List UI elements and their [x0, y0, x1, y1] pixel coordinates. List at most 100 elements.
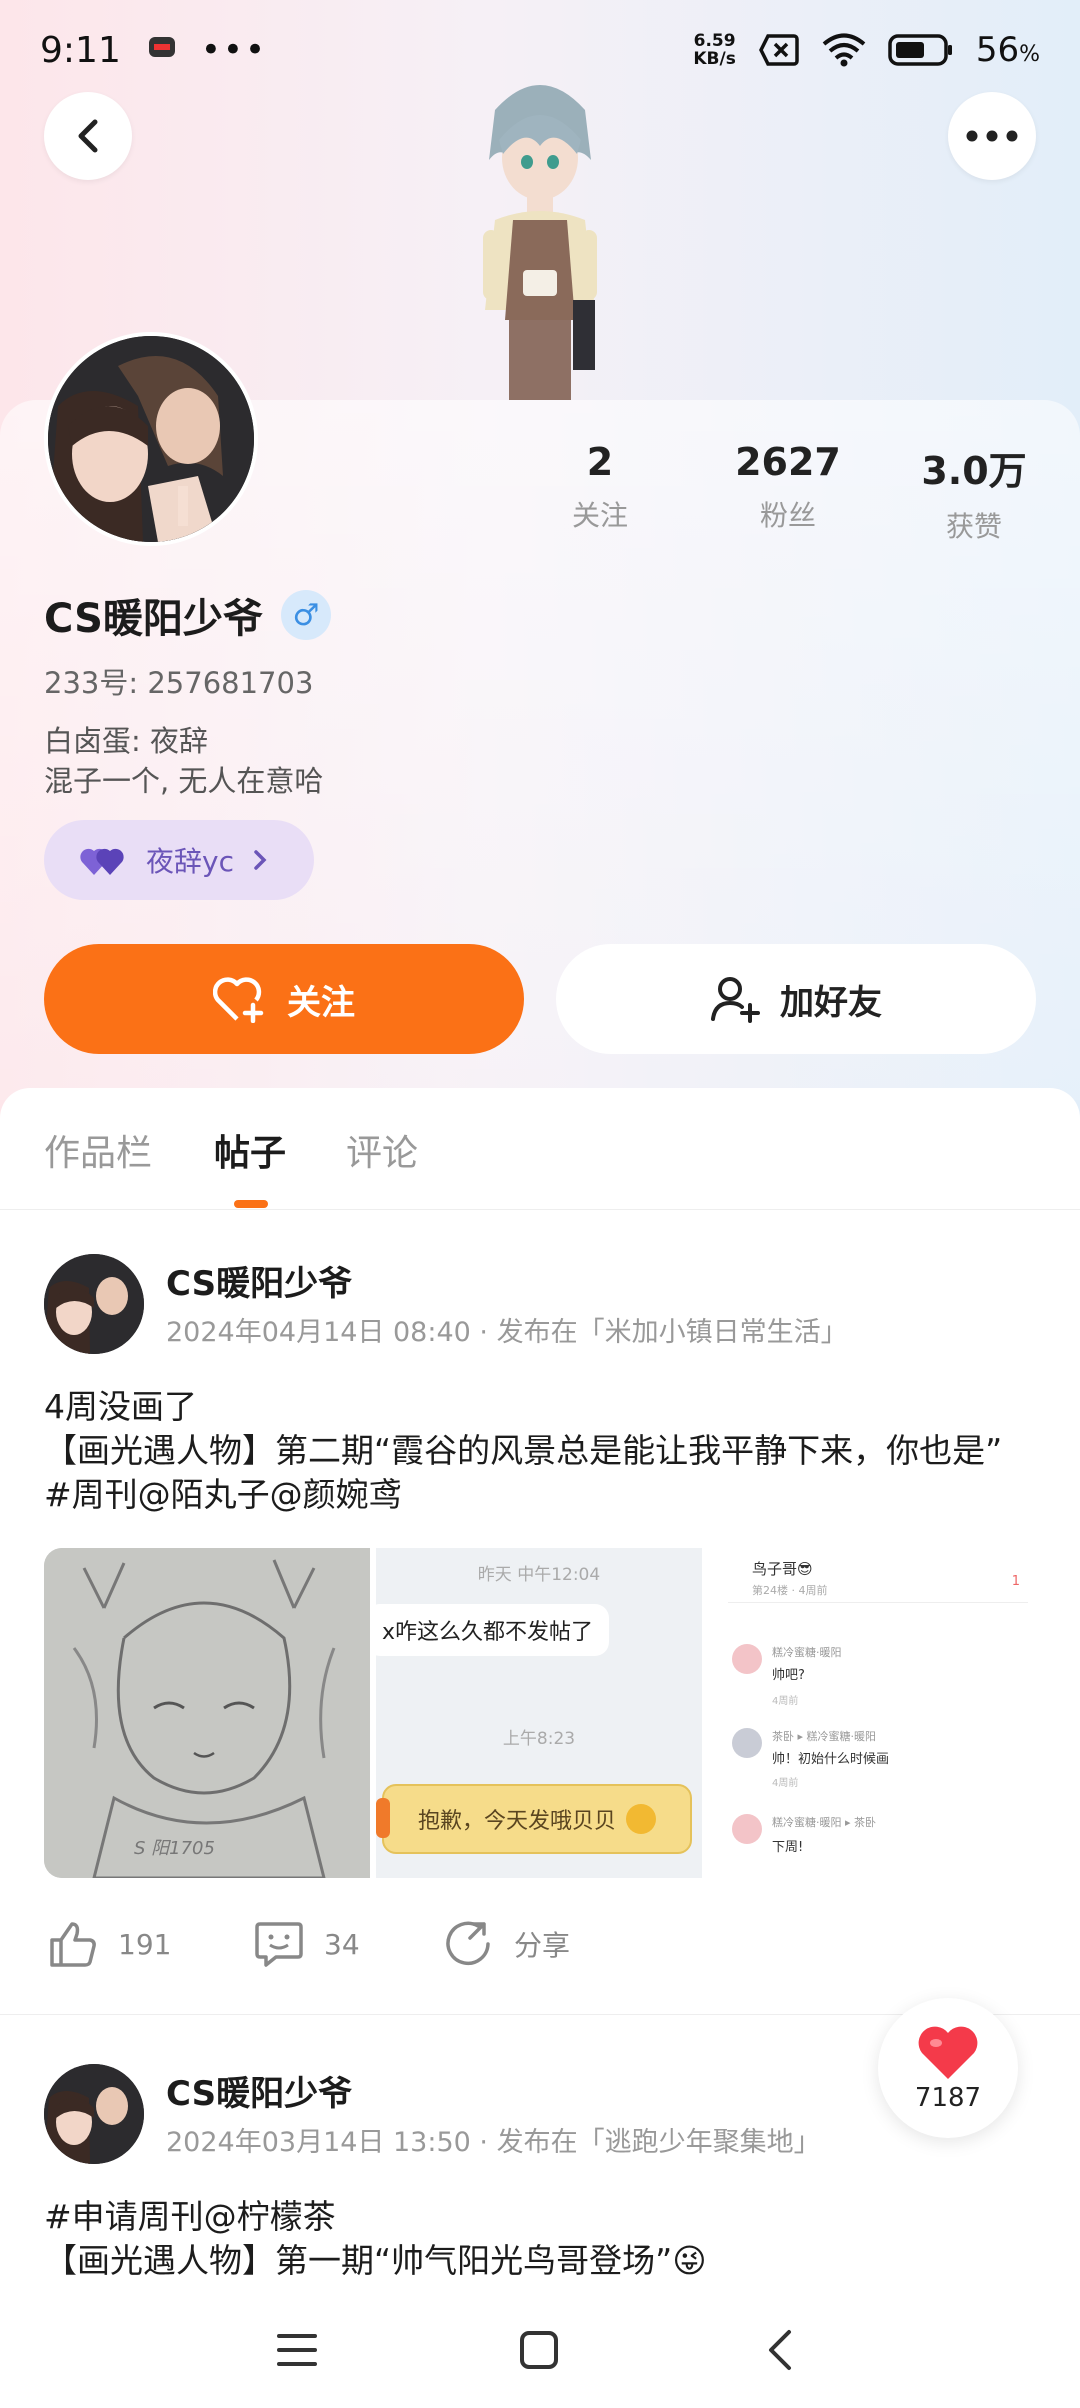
tab-active-indicator	[234, 1200, 268, 1208]
stat-likes-value: 3.0万	[921, 449, 1027, 493]
comment-text: 帅吧?	[772, 1668, 805, 1683]
stat-following[interactable]: 2 关注	[520, 440, 680, 534]
post-image-sketch[interactable]: S 阳1705	[44, 1548, 370, 1878]
commenter-avatar	[732, 1814, 762, 1844]
chat-time-2: 上午8:23	[502, 1729, 576, 1749]
comment-shot-like: 1	[1011, 1574, 1020, 1589]
comment-shot-sub: 第24楼 · 4周前	[752, 1584, 828, 1597]
wifi-icon	[822, 33, 866, 67]
battery-percentage: 56%	[976, 30, 1040, 70]
comment-name: 糕冷蜜糖·暖阳 ▸ 茶卧	[772, 1816, 877, 1829]
post-text-line[interactable]: 【画光遇人物】第二期“霞谷的风景总是能让我平静下来，你也是”	[44, 1424, 1002, 1472]
comment-time: 4周前	[772, 1696, 799, 1707]
like-button[interactable]: 191	[48, 1920, 171, 1968]
add-user-icon	[711, 977, 760, 1023]
bio-line-2: 混子一个, 无人在意哈	[44, 764, 324, 798]
status-time: 9:11	[40, 29, 121, 71]
share-button[interactable]: 分享	[444, 1920, 570, 1968]
post-author-avatar[interactable]	[44, 2064, 144, 2164]
stat-fans-label: 粉丝	[759, 499, 816, 532]
post-image-chat[interactable]: 昨天 中午12:04 x咋这么久都不发帖了 上午8:23 抱歉，今天发哦贝贝	[376, 1548, 702, 1878]
post-text-line[interactable]: 4周没画了	[44, 1380, 197, 1428]
tab-posts[interactable]: 帖子	[214, 1124, 286, 1176]
cp-name: 夜辞yc	[146, 845, 234, 878]
comment-text: 帅！初始什么时候画	[772, 1752, 890, 1767]
cp-relationship-chip[interactable]: 夜辞yc	[44, 820, 314, 900]
system-back-button[interactable]	[750, 2320, 810, 2380]
share-icon	[446, 1921, 490, 1966]
battery-unit: %	[1019, 42, 1040, 67]
user-id[interactable]: 233号: 257681703	[44, 660, 313, 702]
post-author-name[interactable]: CS暖阳少爷	[166, 2066, 352, 2115]
home-square-icon	[520, 2331, 558, 2369]
heart-plus-icon	[213, 977, 264, 1023]
comment-shot-title: 鸟子哥😎	[752, 1560, 813, 1578]
chevron-left-icon	[78, 119, 98, 153]
sim-off-icon	[758, 33, 800, 67]
system-nav-bar	[0, 2290, 1080, 2408]
more-dots-icon	[966, 130, 1018, 142]
bio-line-1: 白卤蛋: 夜辞	[44, 724, 208, 758]
nickname: CS暖阳少爷	[44, 596, 263, 642]
stat-likes[interactable]: 3.0万 获赞	[894, 440, 1054, 545]
net-speed-value: 6.59	[693, 31, 736, 51]
chevron-right-icon	[254, 850, 267, 870]
menu-icon	[277, 2334, 317, 2366]
sketch-signature: S 阳1705	[134, 1838, 215, 1859]
floating-like-button[interactable]: 7187	[878, 1998, 1018, 2138]
profile-page: 9:11 ••• 6.59 KB/s 56% 2 关注 2627 粉丝 3.0万…	[0, 0, 1080, 2408]
post-text-line[interactable]: #周刊@陌丸子@颜婉鸢	[44, 1468, 402, 1516]
post-author-avatar[interactable]	[44, 1254, 144, 1354]
profile-avatar[interactable]	[44, 332, 258, 546]
nickname-row: CS暖阳少爷 ♂	[44, 586, 331, 644]
stat-following-label: 关注	[571, 499, 628, 532]
battery-icon	[888, 33, 954, 67]
status-right-group: 6.59 KB/s 56%	[693, 30, 1040, 70]
comment-time: 4周前	[772, 1778, 799, 1789]
comment-text: 下周!	[772, 1840, 804, 1855]
post-text-line[interactable]: 【画光遇人物】第一期“帅气阳光鸟哥登场”😜	[44, 2234, 707, 2282]
tab-comments[interactable]: 评论	[346, 1124, 418, 1176]
avatar-3d-figure[interactable]	[455, 70, 625, 400]
stat-likes-label: 获赞	[945, 510, 1002, 543]
comment-shot-divider	[728, 1602, 1028, 1603]
post-image-comments[interactable]: 鸟子哥😎 第24楼 · 4周前 1 糕冷蜜糖·暖阳 帅吧? 4周前 茶卧 ▸ 糕…	[708, 1548, 1034, 1878]
content-area: 作品栏 帖子 评论 CS暖阳少爷 2024年04月14日 08:40 · 发布在…	[0, 1088, 1080, 2408]
add-friend-label: 加好友	[780, 982, 882, 1023]
more-options-button[interactable]	[948, 92, 1036, 180]
comment-name: 糕冷蜜糖·暖阳	[772, 1646, 842, 1659]
tab-works[interactable]: 作品栏	[44, 1124, 152, 1176]
back-button[interactable]	[44, 92, 132, 180]
floating-like-count: 7187	[914, 2083, 982, 2113]
post-actions: 191 34 分享	[44, 1920, 1036, 1980]
stat-fans-value: 2627	[735, 440, 841, 484]
thumbs-up-icon	[50, 1922, 96, 1967]
comment-button[interactable]: 34	[254, 1920, 360, 1968]
chat-bubble-2-text: 抱歉，今天发哦贝贝	[417, 1809, 616, 1834]
post-text-line[interactable]: #申请周刊@柠檬茶	[44, 2190, 336, 2238]
follow-button[interactable]: 关注	[44, 944, 524, 1054]
comment-name: 茶卧 ▸ 糕冷蜜糖·暖阳	[772, 1730, 877, 1743]
carrot-sticker-icon	[376, 1798, 390, 1838]
post-image-grid: S 阳1705 昨天 中午12:04 x咋这么久都不发帖了 上午8:23 抱歉，…	[44, 1548, 1036, 1878]
double-heart-icon	[80, 848, 124, 875]
back-arrow-icon	[769, 2330, 791, 2370]
commenter-avatar	[732, 1728, 762, 1758]
app-notification-icon	[147, 34, 177, 67]
post-author-name[interactable]: CS暖阳少爷	[166, 1256, 352, 1305]
stat-following-value: 2	[586, 440, 614, 484]
comment-icon	[255, 1922, 303, 1967]
net-speed-unit: KB/s	[693, 49, 736, 69]
commenter-avatar	[732, 1644, 762, 1674]
battery-value: 56	[975, 30, 1020, 70]
chat-bubble-2: 抱歉，今天发哦贝贝	[382, 1784, 692, 1854]
recent-apps-button[interactable]	[267, 2320, 327, 2380]
chat-time-1: 昨天 中午12:04	[477, 1565, 601, 1585]
status-more-icon: •••	[200, 30, 268, 70]
stat-fans[interactable]: 2627 粉丝	[708, 440, 868, 534]
add-friend-button[interactable]: 加好友	[556, 944, 1036, 1054]
chat-bubble-1: x咋这么久都不发帖了	[376, 1604, 610, 1656]
comment-count: 34	[324, 1927, 360, 1961]
home-button[interactable]	[509, 2320, 569, 2380]
like-count: 191	[118, 1927, 172, 1961]
